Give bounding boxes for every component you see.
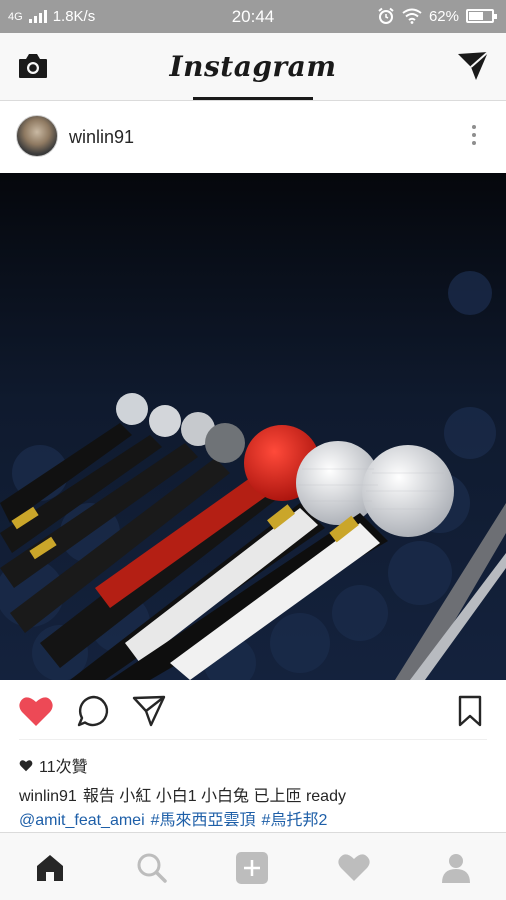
battery-percent: 62% [428, 7, 459, 25]
home-icon[interactable] [33, 851, 67, 885]
bookmark-icon[interactable] [452, 694, 488, 728]
wifi-icon [402, 8, 422, 24]
battery-icon [466, 9, 497, 23]
status-bar: 4G 1.8K/s 20:44 62% [0, 0, 506, 33]
caption-text: 報告 小紅 小白1 小白兔 已上匝 ready [82, 788, 346, 805]
instagram-logo: Instagram [169, 50, 337, 83]
post-header: winlin91 [0, 101, 506, 173]
post-actions [0, 680, 506, 738]
caption-username[interactable]: winlin91 [19, 788, 77, 805]
small-heart-icon [19, 759, 33, 771]
likes-count[interactable]: 11次贊 [19, 753, 88, 777]
avatar[interactable] [16, 115, 58, 157]
comment-icon[interactable] [76, 694, 112, 728]
post-tags: @amit_feat_amei #馬來西亞雲頂 #烏托邦2 [19, 806, 333, 830]
profile-icon[interactable] [439, 851, 473, 885]
hashtag-link[interactable]: #烏托邦2 [262, 812, 328, 829]
status-right: 62% [377, 7, 497, 25]
post-username[interactable]: winlin91 [69, 127, 134, 148]
hashtag-link[interactable]: #馬來西亞雲頂 [151, 812, 256, 829]
mention-link[interactable]: @amit_feat_amei [19, 812, 145, 829]
more-options-icon[interactable] [471, 125, 477, 149]
paper-plane-icon[interactable] [456, 50, 490, 82]
logo-underline [193, 97, 313, 100]
search-icon[interactable] [135, 851, 169, 885]
top-navigation: Instagram [0, 33, 506, 101]
actions-divider [19, 739, 487, 740]
post-caption: winlin91 報告 小紅 小白1 小白兔 已上匝 ready [19, 782, 346, 806]
bottom-navigation [0, 832, 506, 900]
alarm-icon [378, 7, 394, 24]
heart-icon[interactable] [18, 694, 54, 728]
post-photo[interactable] [0, 173, 506, 680]
likes-text: 11次贊 [39, 759, 88, 776]
add-icon[interactable] [235, 851, 269, 885]
activity-heart-icon[interactable] [337, 851, 371, 885]
share-icon[interactable] [131, 694, 167, 728]
